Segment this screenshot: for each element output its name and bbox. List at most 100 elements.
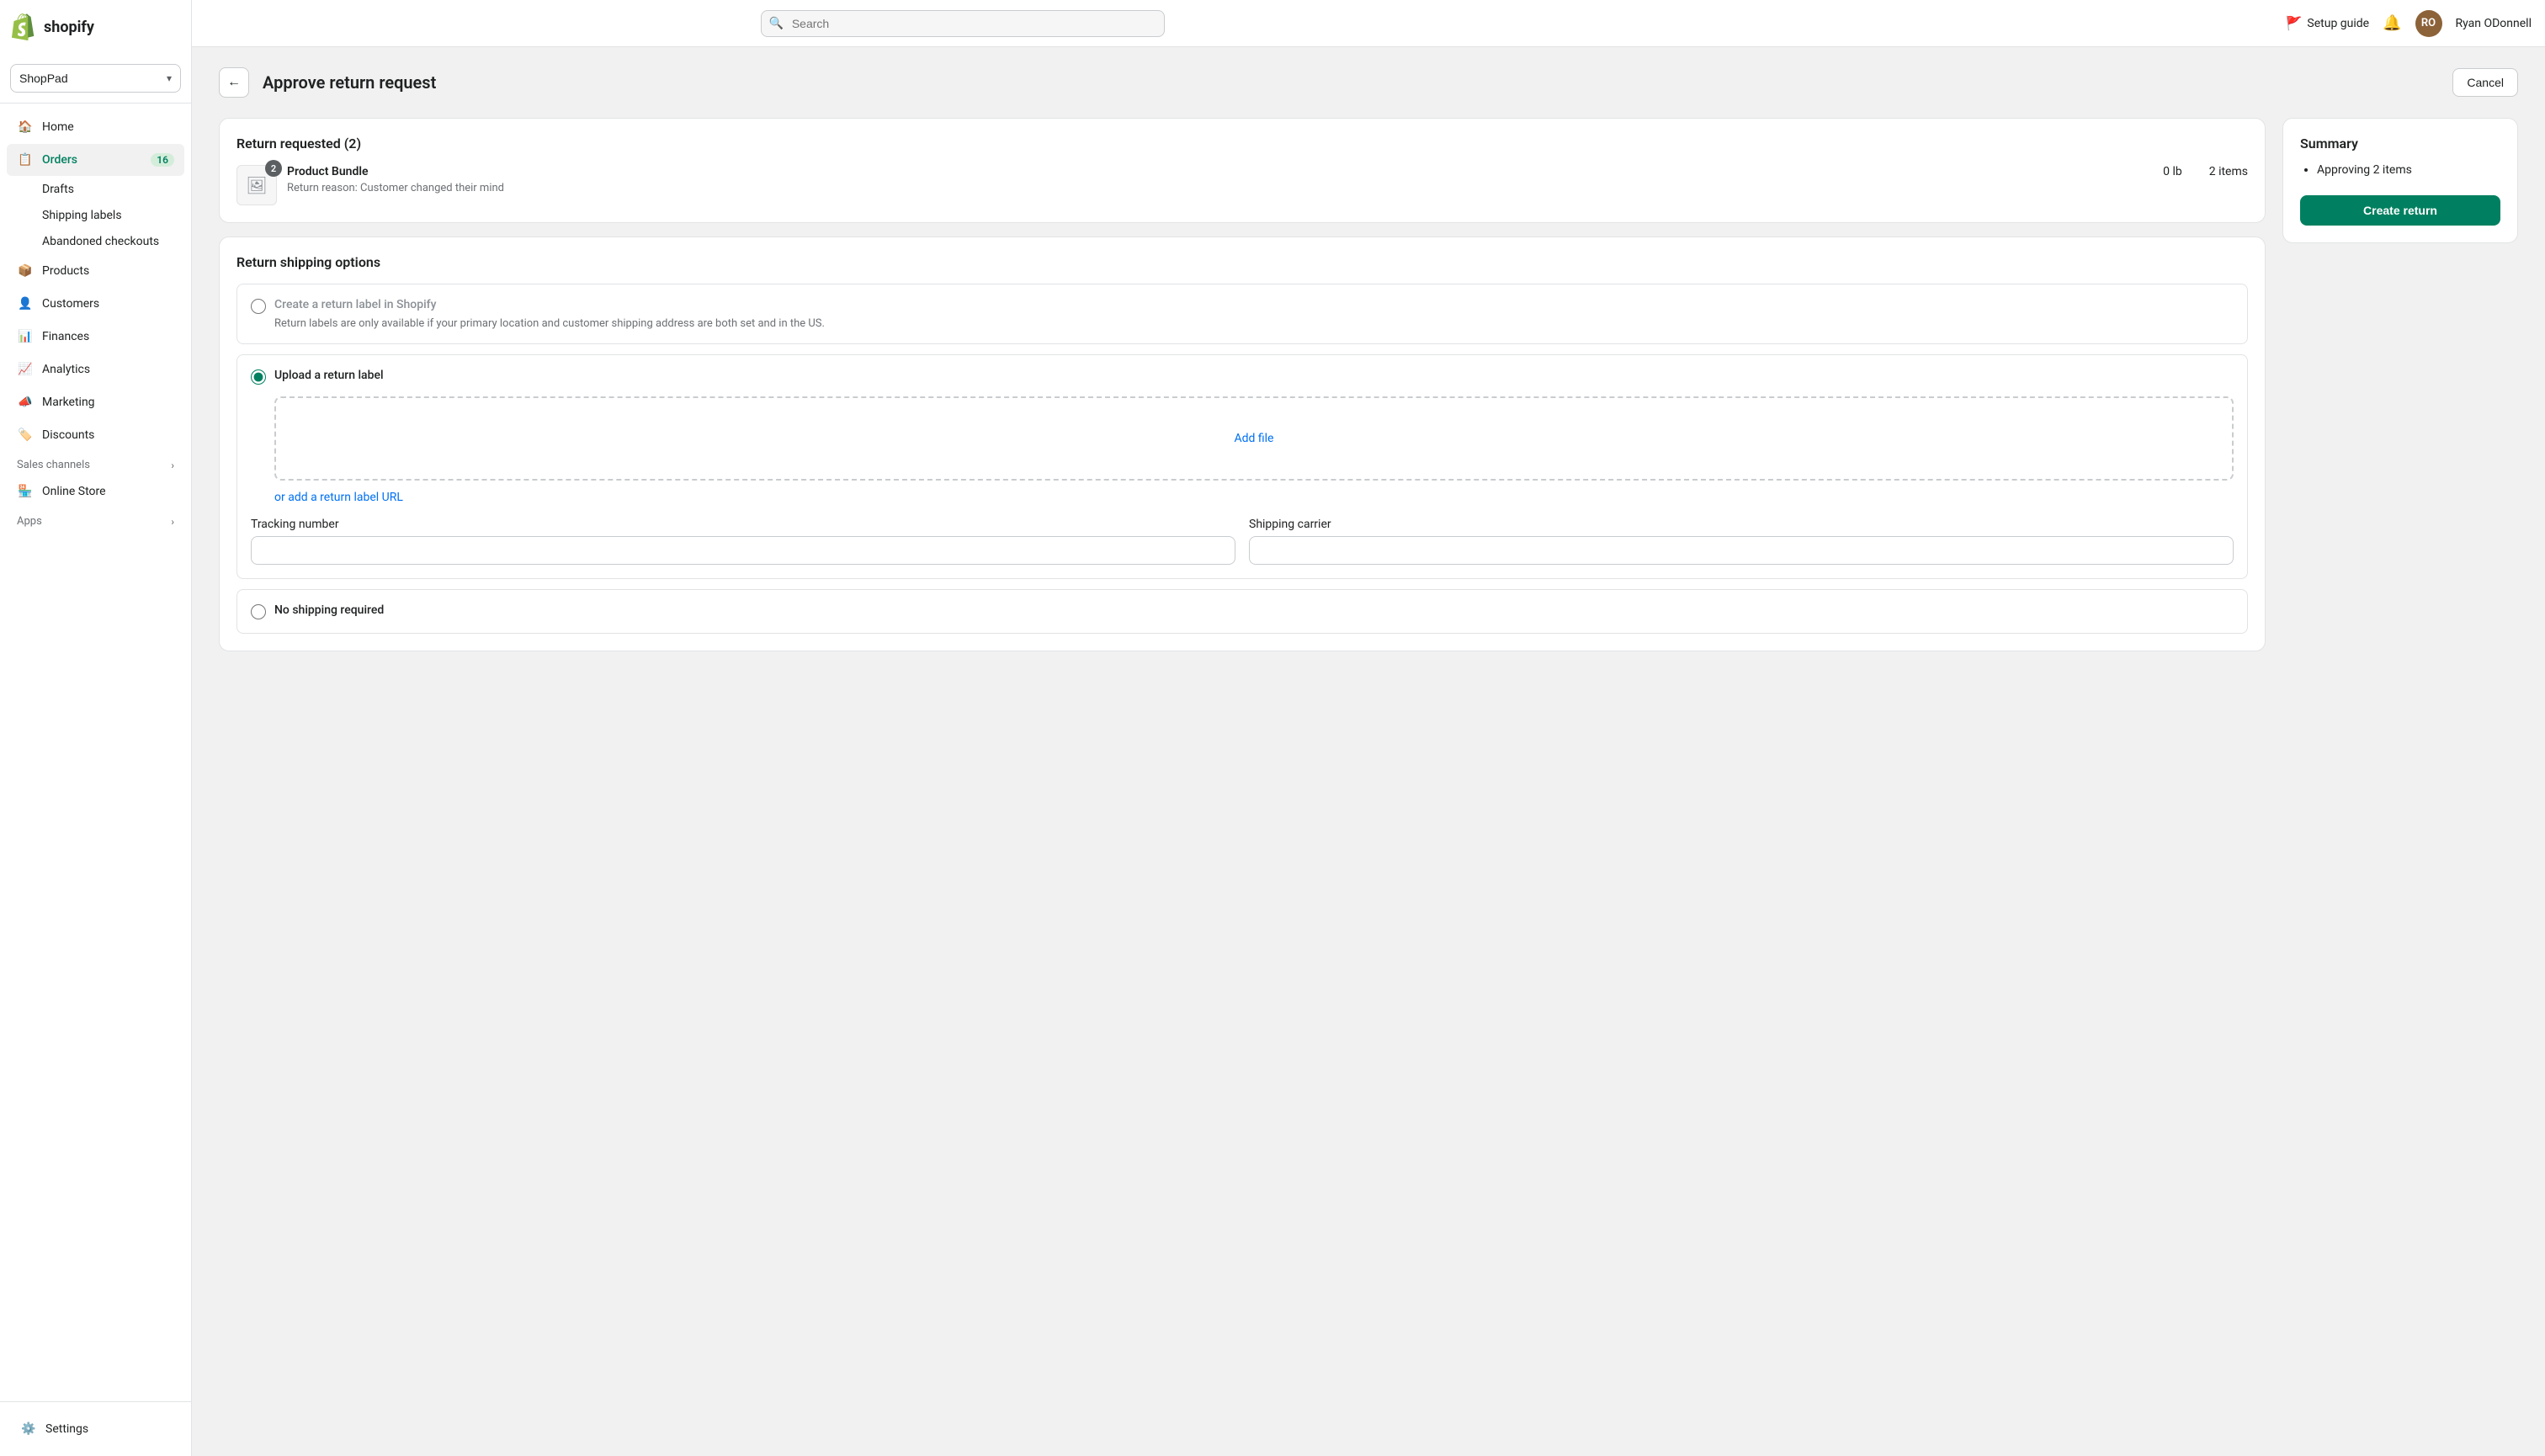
topbar: 🔍 🚩 Setup guide 🔔 RO Ryan ODonnell <box>192 0 2545 47</box>
search-input[interactable] <box>761 10 1165 37</box>
marketing-icon: 📣 <box>17 394 34 411</box>
shipping-option-3-row: No shipping required <box>251 603 2234 619</box>
tracking-number-label: Tracking number <box>251 518 1235 531</box>
topbar-search: 🔍 <box>761 10 1165 37</box>
sidebar-item-marketing[interactable]: 📣 Marketing <box>7 386 184 418</box>
sidebar-item-analytics[interactable]: 📈 Analytics <box>7 353 184 385</box>
product-name: Product Bundle <box>287 165 2153 178</box>
cancel-button[interactable]: Cancel <box>2452 68 2518 97</box>
search-icon: 🔍 <box>769 17 784 30</box>
upload-area[interactable]: Add file <box>274 396 2234 481</box>
sidebar-item-customers[interactable]: 👤 Customers <box>7 288 184 320</box>
finances-icon: 📊 <box>17 328 34 345</box>
shipping-labels-label: Shipping labels <box>42 209 122 222</box>
shopify-logo-icon <box>10 13 37 40</box>
analytics-icon: 📈 <box>17 361 34 378</box>
apps-label: Apps <box>17 515 42 528</box>
user-name: Ryan ODonnell <box>2456 17 2532 30</box>
store-select-button[interactable]: ShopPad ▾ <box>10 64 181 93</box>
avatar[interactable]: RO <box>2415 10 2442 37</box>
shipping-option-create-label: Create a return label in Shopify Return … <box>236 284 2248 344</box>
return-requested-title: Return requested (2) <box>236 136 2248 151</box>
chevron-down-icon: ▾ <box>167 72 172 84</box>
shipping-option-2-row: Upload a return label <box>251 369 2234 385</box>
product-return-reason: Return reason: Customer changed their mi… <box>287 182 2153 194</box>
apps-section[interactable]: Apps › <box>0 508 191 531</box>
drafts-label: Drafts <box>42 183 74 196</box>
summary-title: Summary <box>2300 136 2500 151</box>
shipping-option-3-radio[interactable] <box>251 604 266 619</box>
expand-icon: › <box>171 460 174 471</box>
back-button[interactable]: ← <box>219 67 249 98</box>
product-weight: 0 lb <box>2163 165 2182 178</box>
abandoned-checkouts-label: Abandoned checkouts <box>42 235 159 248</box>
sidebar-nav: 🏠 Home 📋 Orders 16 Drafts Shipping label… <box>0 104 191 1401</box>
return-label-url-link[interactable]: or add a return label URL <box>274 491 403 504</box>
online-store-icon: 🏪 <box>17 483 34 500</box>
sidebar-item-label: Online Store <box>42 485 174 498</box>
settings-label: Settings <box>45 1422 88 1436</box>
orders-icon: 📋 <box>17 151 34 168</box>
logo-text: shopify <box>44 19 94 36</box>
store-selector[interactable]: ShopPad ▾ <box>0 54 191 104</box>
sidebar-item-label: Discounts <box>42 428 174 442</box>
sidebar-footer: ⚙️ Settings <box>0 1401 191 1456</box>
tracking-number-input[interactable] <box>251 536 1235 565</box>
sidebar-item-label: Orders <box>42 153 142 167</box>
page-sidebar: Summary Approving 2 items Create return <box>2282 118 2518 243</box>
shipping-option-upload-label: Upload a return label Add file or add a … <box>236 354 2248 579</box>
home-icon: 🏠 <box>17 119 34 136</box>
sidebar-item-label: Products <box>42 264 174 278</box>
page-main: Return requested (2) 🖼 2 Product Bundle … <box>219 118 2266 651</box>
sidebar: shopify ShopPad ▾ 🏠 Home 📋 Orders 16 Dra… <box>0 0 192 1456</box>
store-name: ShopPad <box>19 72 68 85</box>
page-container: ← Approve return request Cancel Return r… <box>192 47 2545 1456</box>
sidebar-item-shipping-labels[interactable]: Shipping labels <box>7 203 184 228</box>
sidebar-item-label: Finances <box>42 330 174 343</box>
product-badge: 2 <box>265 160 282 177</box>
setup-guide-button[interactable]: 🚩 Setup guide <box>2285 15 2369 31</box>
shipping-option-no-shipping: No shipping required <box>236 589 2248 634</box>
avatar-initials: RO <box>2421 17 2436 29</box>
page-body: Return requested (2) 🖼 2 Product Bundle … <box>219 118 2518 651</box>
shipping-carrier-input[interactable] <box>1249 536 2234 565</box>
shipping-option-1-radio[interactable] <box>251 299 266 314</box>
sidebar-item-settings[interactable]: ⚙️ Settings <box>10 1413 181 1445</box>
shipping-carrier-label: Shipping carrier <box>1249 518 2234 531</box>
sales-channels-section[interactable]: Sales channels › <box>0 452 191 475</box>
shipping-option-2-radio[interactable] <box>251 369 266 385</box>
product-quantity: 2 items <box>2209 165 2248 178</box>
shipping-option-2-label: Upload a return label <box>274 369 384 382</box>
sidebar-item-products[interactable]: 📦 Products <box>7 255 184 287</box>
notifications-button[interactable]: 🔔 <box>2383 14 2401 32</box>
page-header: ← Approve return request Cancel <box>219 67 2518 98</box>
add-file-link[interactable]: Add file <box>1235 432 1274 445</box>
topbar-right: 🚩 Setup guide 🔔 RO Ryan ODonnell <box>2285 10 2531 37</box>
sidebar-item-drafts[interactable]: Drafts <box>7 177 184 202</box>
sidebar-item-label: Analytics <box>42 363 174 376</box>
sidebar-item-orders[interactable]: 📋 Orders 16 <box>7 144 184 176</box>
expand-icon: › <box>171 516 174 528</box>
tracking-carrier-fields: Tracking number Shipping carrier <box>251 518 2234 565</box>
sidebar-item-label: Marketing <box>42 396 174 409</box>
summary-list: Approving 2 items <box>2300 162 2500 178</box>
product-details: Product Bundle Return reason: Customer c… <box>287 165 2153 194</box>
shipping-option-3-label: No shipping required <box>274 603 384 617</box>
sidebar-item-home[interactable]: 🏠 Home <box>7 111 184 143</box>
tracking-number-group: Tracking number <box>251 518 1235 565</box>
summary-card: Summary Approving 2 items Create return <box>2282 118 2518 243</box>
page-title: Approve return request <box>263 72 2439 93</box>
shipping-option-1-description: Return labels are only available if your… <box>274 317 2234 330</box>
product-meta: 0 lb 2 items <box>2163 165 2248 178</box>
product-image-icon: 🖼 <box>246 175 267 195</box>
products-icon: 📦 <box>17 263 34 279</box>
sidebar-item-abandoned-checkouts[interactable]: Abandoned checkouts <box>7 229 184 254</box>
sidebar-item-discounts[interactable]: 🏷️ Discounts <box>7 419 184 451</box>
shipping-option-1-row: Create a return label in Shopify <box>251 298 2234 314</box>
flag-icon: 🚩 <box>2285 15 2302 31</box>
sidebar-item-finances[interactable]: 📊 Finances <box>7 321 184 353</box>
create-return-button[interactable]: Create return <box>2300 195 2500 226</box>
shopify-logo: shopify <box>0 0 191 54</box>
sidebar-item-online-store[interactable]: 🏪 Online Store <box>7 476 184 507</box>
return-requested-card: Return requested (2) 🖼 2 Product Bundle … <box>219 118 2266 223</box>
